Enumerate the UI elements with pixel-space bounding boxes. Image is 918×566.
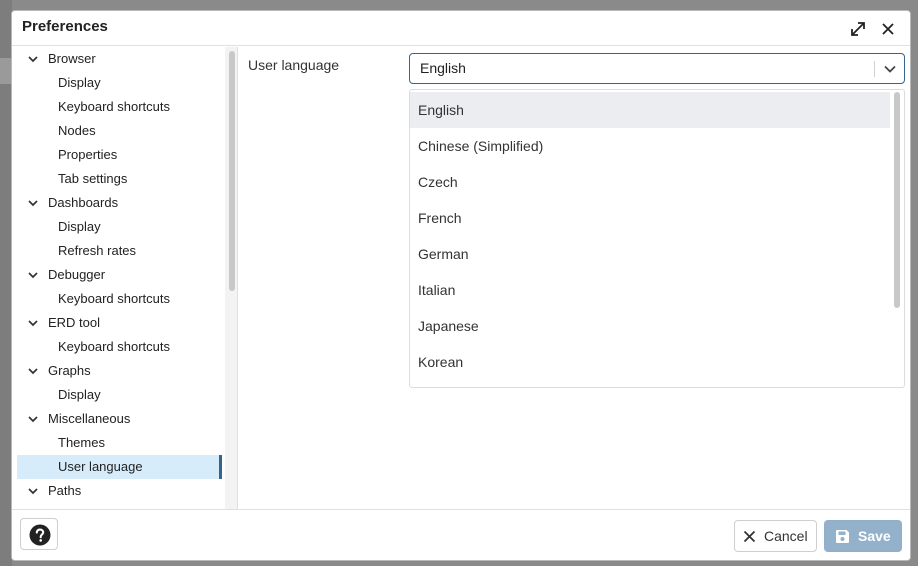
tree-item-nodes[interactable]: Nodes [17, 119, 222, 143]
save-label: Save [858, 528, 891, 544]
dialog-footer: Cancel Save [12, 509, 910, 560]
tree-group-label: Miscellaneous [48, 411, 131, 426]
floppy-disk-icon [836, 530, 849, 543]
language-option-chinese-simplified[interactable]: Chinese (Simplified) [410, 128, 890, 164]
cancel-label: Cancel [764, 528, 808, 544]
dialog-title: Preferences [22, 18, 108, 35]
chevron-down-icon[interactable] [27, 53, 39, 65]
tree-group-graphs[interactable]: Graphs [17, 359, 222, 383]
tree-item-keyboard-shortcuts[interactable]: Keyboard shortcuts [17, 95, 222, 119]
language-option-german[interactable]: German [410, 236, 890, 272]
tree-item-display[interactable]: Display [17, 215, 222, 239]
chevron-down-icon[interactable] [27, 413, 39, 425]
tree-group-label: Graphs [48, 363, 91, 378]
dropdown-scrollbar-thumb[interactable] [894, 92, 900, 308]
tree-scrollbar-thumb[interactable] [229, 51, 235, 291]
tree-item-display[interactable]: Display [17, 383, 222, 407]
tree-group-label: Paths [48, 483, 82, 498]
tree-item-label: Properties [58, 146, 118, 162]
tree-item-properties[interactable]: Properties [17, 143, 222, 167]
tree-item-display[interactable]: Display [17, 71, 222, 95]
tree-item-label: Nodes [58, 122, 96, 138]
tree-item-label: Refresh rates [58, 242, 137, 258]
help-button[interactable] [20, 518, 58, 550]
tree-item-label: Themes [58, 434, 105, 450]
save-button[interactable]: Save [824, 520, 902, 552]
tree-group-dashboards[interactable]: Dashboards [17, 191, 222, 215]
language-option-english[interactable]: English [410, 92, 890, 128]
user-language-label: User language [248, 57, 340, 73]
tree-group-label: ERD tool [48, 315, 101, 330]
chevron-down-icon[interactable] [27, 485, 39, 497]
language-option-japanese[interactable]: Japanese [410, 308, 890, 344]
language-option-italian[interactable]: Italian [410, 272, 890, 308]
tree-group-erd-tool[interactable]: ERD tool [17, 311, 222, 335]
tree-item-themes[interactable]: Themes [17, 431, 222, 455]
language-option-korean[interactable]: Korean [410, 344, 890, 380]
tree-group-paths[interactable]: Paths [17, 479, 222, 503]
chevron-down-icon[interactable] [27, 197, 39, 209]
tree-item-label: Keyboard shortcuts [58, 98, 171, 114]
chevron-down-icon[interactable] [27, 269, 39, 281]
tree-item-label: Display [58, 218, 101, 234]
preferences-tree: Browser Display Keyboard shortcuts Nodes Pro… [17, 47, 238, 509]
tree-group-label: Debugger [48, 267, 106, 282]
tree-item-label: Keyboard shortcuts [58, 338, 171, 354]
tree-item-user-language[interactable]: User language [17, 454, 222, 479]
expand-arrows-icon [851, 22, 865, 36]
close-dialog-button[interactable] [878, 19, 898, 39]
chevron-down-icon[interactable] [27, 317, 39, 329]
tree-item-label: Display [58, 74, 101, 90]
preferences-dialog: Preferences Browser Display Keyboard short… [11, 10, 911, 561]
language-option-french[interactable]: French [410, 200, 890, 236]
tree-group-label: Browser [48, 51, 96, 66]
preference-content: User language English English Chinese (Si… [238, 47, 910, 509]
tree-item-label: Display [58, 386, 101, 402]
tree-group-miscellaneous[interactable]: Miscellaneous [17, 407, 222, 431]
tree-group-label: Dashboards [48, 195, 119, 210]
close-icon [743, 530, 756, 543]
tree-item-label: User language [58, 458, 143, 474]
select-value: English [420, 60, 466, 76]
tree-item-keyboard-shortcuts[interactable]: Keyboard shortcuts [17, 335, 222, 359]
language-option-czech[interactable]: Czech [410, 164, 890, 200]
tree-item-label: Keyboard shortcuts [58, 290, 171, 306]
select-divider [874, 61, 875, 77]
question-circle-icon [29, 524, 51, 546]
cancel-button[interactable]: Cancel [734, 520, 817, 552]
tree-group-browser[interactable]: Browser [17, 47, 222, 71]
chevron-down-icon[interactable] [27, 365, 39, 377]
user-language-select[interactable]: English [409, 53, 905, 84]
tree-item-keyboard-shortcuts[interactable]: Keyboard shortcuts [17, 287, 222, 311]
close-icon [882, 23, 894, 35]
tree-item-tab-settings[interactable]: Tab settings [17, 167, 222, 191]
tree-group-debugger[interactable]: Debugger [17, 263, 222, 287]
tree-item-refresh-rates[interactable]: Refresh rates [17, 239, 222, 263]
tree-item-label: Tab settings [58, 170, 128, 186]
dialog-title-bar: Preferences [12, 11, 910, 46]
language-dropdown-menu: English Chinese (Simplified) Czech French Ge… [409, 89, 905, 388]
chevron-down-icon[interactable] [883, 62, 897, 76]
maximize-button[interactable] [848, 19, 868, 39]
